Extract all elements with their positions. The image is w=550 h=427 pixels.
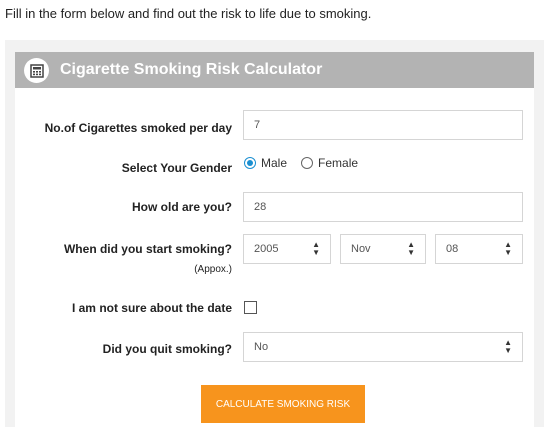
calculator-form: No.of Cigarettes smoked per day 7 Select… [15, 88, 534, 427]
gender-female-radio[interactable] [301, 157, 314, 169]
calculator-header: Cigarette Smoking Risk Calculator [15, 52, 534, 88]
cigarettes-value: 7 [254, 119, 261, 131]
updown-arrow-icon: ▲ ▼ [504, 240, 512, 257]
calculator-title: Cigarette Smoking Risk Calculator [60, 61, 323, 78]
gender-male-label[interactable]: Male [261, 156, 287, 170]
updown-arrow-icon: ▲ ▼ [504, 338, 512, 355]
calculator-icon [24, 58, 49, 83]
cigarettes-label: No.of Cigarettes smoked per day [44, 121, 232, 135]
start-day-value: 08 [446, 243, 459, 255]
age-input[interactable]: 28 [243, 192, 523, 222]
age-value: 28 [254, 201, 267, 213]
gender-label: Select Your Gender [121, 161, 232, 175]
quit-value: No [254, 341, 269, 353]
intro-text: Fill in the form below and find out the … [5, 6, 372, 21]
start-month-value: Nov [351, 243, 371, 255]
start-smoking-label: When did you start smoking? [63, 242, 232, 256]
gender-radio-group: Male Female [244, 156, 358, 170]
start-day-select[interactable]: 08 ▲ ▼ [435, 234, 523, 264]
start-smoking-sublabel: (Appox.) [194, 264, 232, 275]
not-sure-label: I am not sure about the date [71, 301, 232, 315]
start-year-value: 2005 [254, 243, 279, 255]
calculate-button[interactable]: CALCULATE SMOKING RISK [201, 385, 365, 423]
cigarettes-input[interactable]: 7 [243, 110, 523, 140]
updown-arrow-icon: ▲ ▼ [407, 240, 415, 257]
updown-arrow-icon: ▲ ▼ [312, 240, 320, 257]
gender-female-label[interactable]: Female [318, 156, 358, 170]
start-year-select[interactable]: 2005 ▲ ▼ [243, 234, 331, 264]
start-month-select[interactable]: Nov ▲ ▼ [340, 234, 426, 264]
calculator-panel: Cigarette Smoking Risk Calculator No.of … [5, 40, 544, 427]
quit-label: Did you quit smoking? [102, 342, 232, 356]
age-label: How old are you? [131, 200, 232, 214]
quit-select[interactable]: No ▲ ▼ [243, 332, 523, 362]
not-sure-checkbox[interactable] [244, 301, 257, 314]
gender-male-radio[interactable] [244, 157, 256, 169]
